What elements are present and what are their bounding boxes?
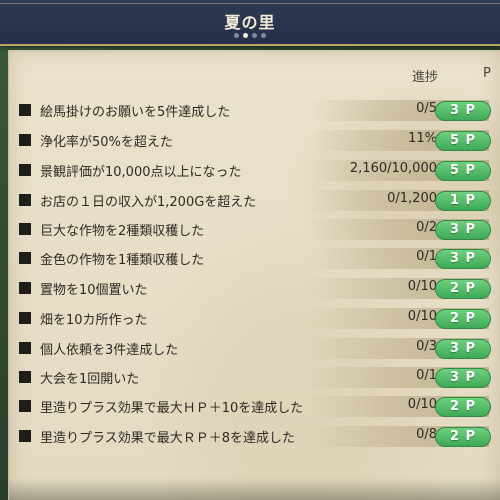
- goal-progress: 0/10: [407, 397, 437, 412]
- goal-points-badge: 2 P: [435, 397, 491, 417]
- goal-row[interactable]: 里造りプラス効果で最大ＨＰ＋10を達成した 0/10 2 P: [9, 392, 491, 420]
- column-header-points: P: [483, 66, 491, 81]
- panel-bottom-fade: [9, 478, 500, 500]
- goal-label: 畑を10カ所作った: [40, 313, 148, 328]
- page-dot[interactable]: [252, 33, 257, 38]
- bullet-square-icon: [19, 430, 31, 442]
- goal-progress: 2,160/10,000: [349, 161, 437, 176]
- goal-row[interactable]: 金色の作物を1種類収穫した 0/1 3 P: [9, 244, 491, 272]
- goal-label: 大会を1回開いた: [40, 372, 140, 387]
- goal-label: 里造りプラス効果で最大ＨＰ＋10を達成した: [40, 401, 304, 416]
- goal-label: 置物を10個置いた: [40, 283, 148, 298]
- header-bar: 夏の里: [0, 0, 500, 46]
- goal-progress: 11%: [408, 131, 437, 146]
- goal-label: お店の１日の収入が1,200Gを超えた: [40, 195, 257, 210]
- bullet-square-icon: [19, 252, 31, 264]
- bullet-square-icon: [19, 371, 31, 383]
- goal-label: 個人依頼を3件達成した: [40, 343, 179, 358]
- goal-row[interactable]: 絵馬掛けのお願いを5件達成した 0/5 3 P: [9, 96, 491, 124]
- page-title: 夏の里: [224, 13, 276, 32]
- goal-row[interactable]: お店の１日の収入が1,200Gを超えた 0/1,200 1 P: [9, 186, 491, 214]
- goal-progress: 0/10: [407, 309, 437, 324]
- goal-progress: 0/3: [416, 339, 437, 354]
- goal-progress: 0/8: [416, 427, 437, 442]
- goal-row[interactable]: 景観評価が10,000点以上になった 2,160/10,000 5 P: [9, 156, 491, 184]
- bullet-square-icon: [19, 400, 31, 412]
- bullet-square-icon: [19, 104, 31, 116]
- goal-progress: 0/2: [416, 220, 437, 235]
- bullet-square-icon: [19, 342, 31, 354]
- goal-points-badge: 3 P: [435, 101, 491, 121]
- goal-row[interactable]: 大会を1回開いた 0/1 3 P: [9, 363, 491, 391]
- bullet-square-icon: [19, 282, 31, 294]
- goal-points-badge: 3 P: [435, 220, 491, 240]
- goal-progress: 0/10: [407, 279, 437, 294]
- goal-row[interactable]: 巨大な作物を2種類収穫した 0/2 3 P: [9, 215, 491, 243]
- goal-label: 絵馬掛けのお願いを5件達成した: [40, 105, 231, 120]
- goal-points-badge: 2 P: [435, 427, 491, 447]
- goal-row[interactable]: 浄化率が50%を超えた 11% 5 P: [9, 126, 491, 154]
- page-indicator: [0, 33, 500, 38]
- goal-progress: 0/1,200: [387, 191, 437, 206]
- goal-row[interactable]: 里造りプラス効果で最大ＲＰ＋8を達成した 0/8 2 P: [9, 422, 491, 450]
- goal-label: 巨大な作物を2種類収穫した: [40, 224, 205, 239]
- bullet-square-icon: [19, 194, 31, 206]
- goal-label: 浄化率が50%を超えた: [40, 135, 173, 150]
- goals-panel: 進捗 P 絵馬掛けのお願いを5件達成した 0/5 3 P 浄化率が50%を超えた…: [8, 50, 500, 500]
- goal-points-badge: 1 P: [435, 191, 491, 211]
- goal-points-badge: 2 P: [435, 279, 491, 299]
- bullet-square-icon: [19, 223, 31, 235]
- bullet-square-icon: [19, 312, 31, 324]
- column-header-progress: 進捗: [412, 70, 439, 85]
- goal-points-badge: 5 P: [435, 161, 491, 181]
- goal-row[interactable]: 畑を10カ所作った 0/10 2 P: [9, 304, 491, 332]
- page-dot-active[interactable]: [243, 33, 248, 38]
- goal-label: 景観評価が10,000点以上になった: [40, 165, 242, 180]
- goal-label: 里造りプラス効果で最大ＲＰ＋8を達成した: [40, 431, 296, 446]
- goal-label: 金色の作物を1種類収穫した: [40, 253, 205, 268]
- goal-row[interactable]: 置物を10個置いた 0/10 2 P: [9, 274, 491, 302]
- page-dot[interactable]: [234, 33, 239, 38]
- goal-progress: 0/1: [416, 249, 437, 264]
- goal-points-badge: 5 P: [435, 131, 491, 151]
- bullet-square-icon: [19, 164, 31, 176]
- bullet-square-icon: [19, 134, 31, 146]
- goal-points-badge: 3 P: [435, 339, 491, 359]
- goal-progress: 0/1: [416, 368, 437, 383]
- goal-points-badge: 2 P: [435, 309, 491, 329]
- goal-points-badge: 3 P: [435, 368, 491, 388]
- goal-points-badge: 3 P: [435, 249, 491, 269]
- goal-progress: 0/5: [416, 101, 437, 116]
- page-dot[interactable]: [261, 33, 266, 38]
- goal-row[interactable]: 個人依頼を3件達成した 0/3 3 P: [9, 334, 491, 362]
